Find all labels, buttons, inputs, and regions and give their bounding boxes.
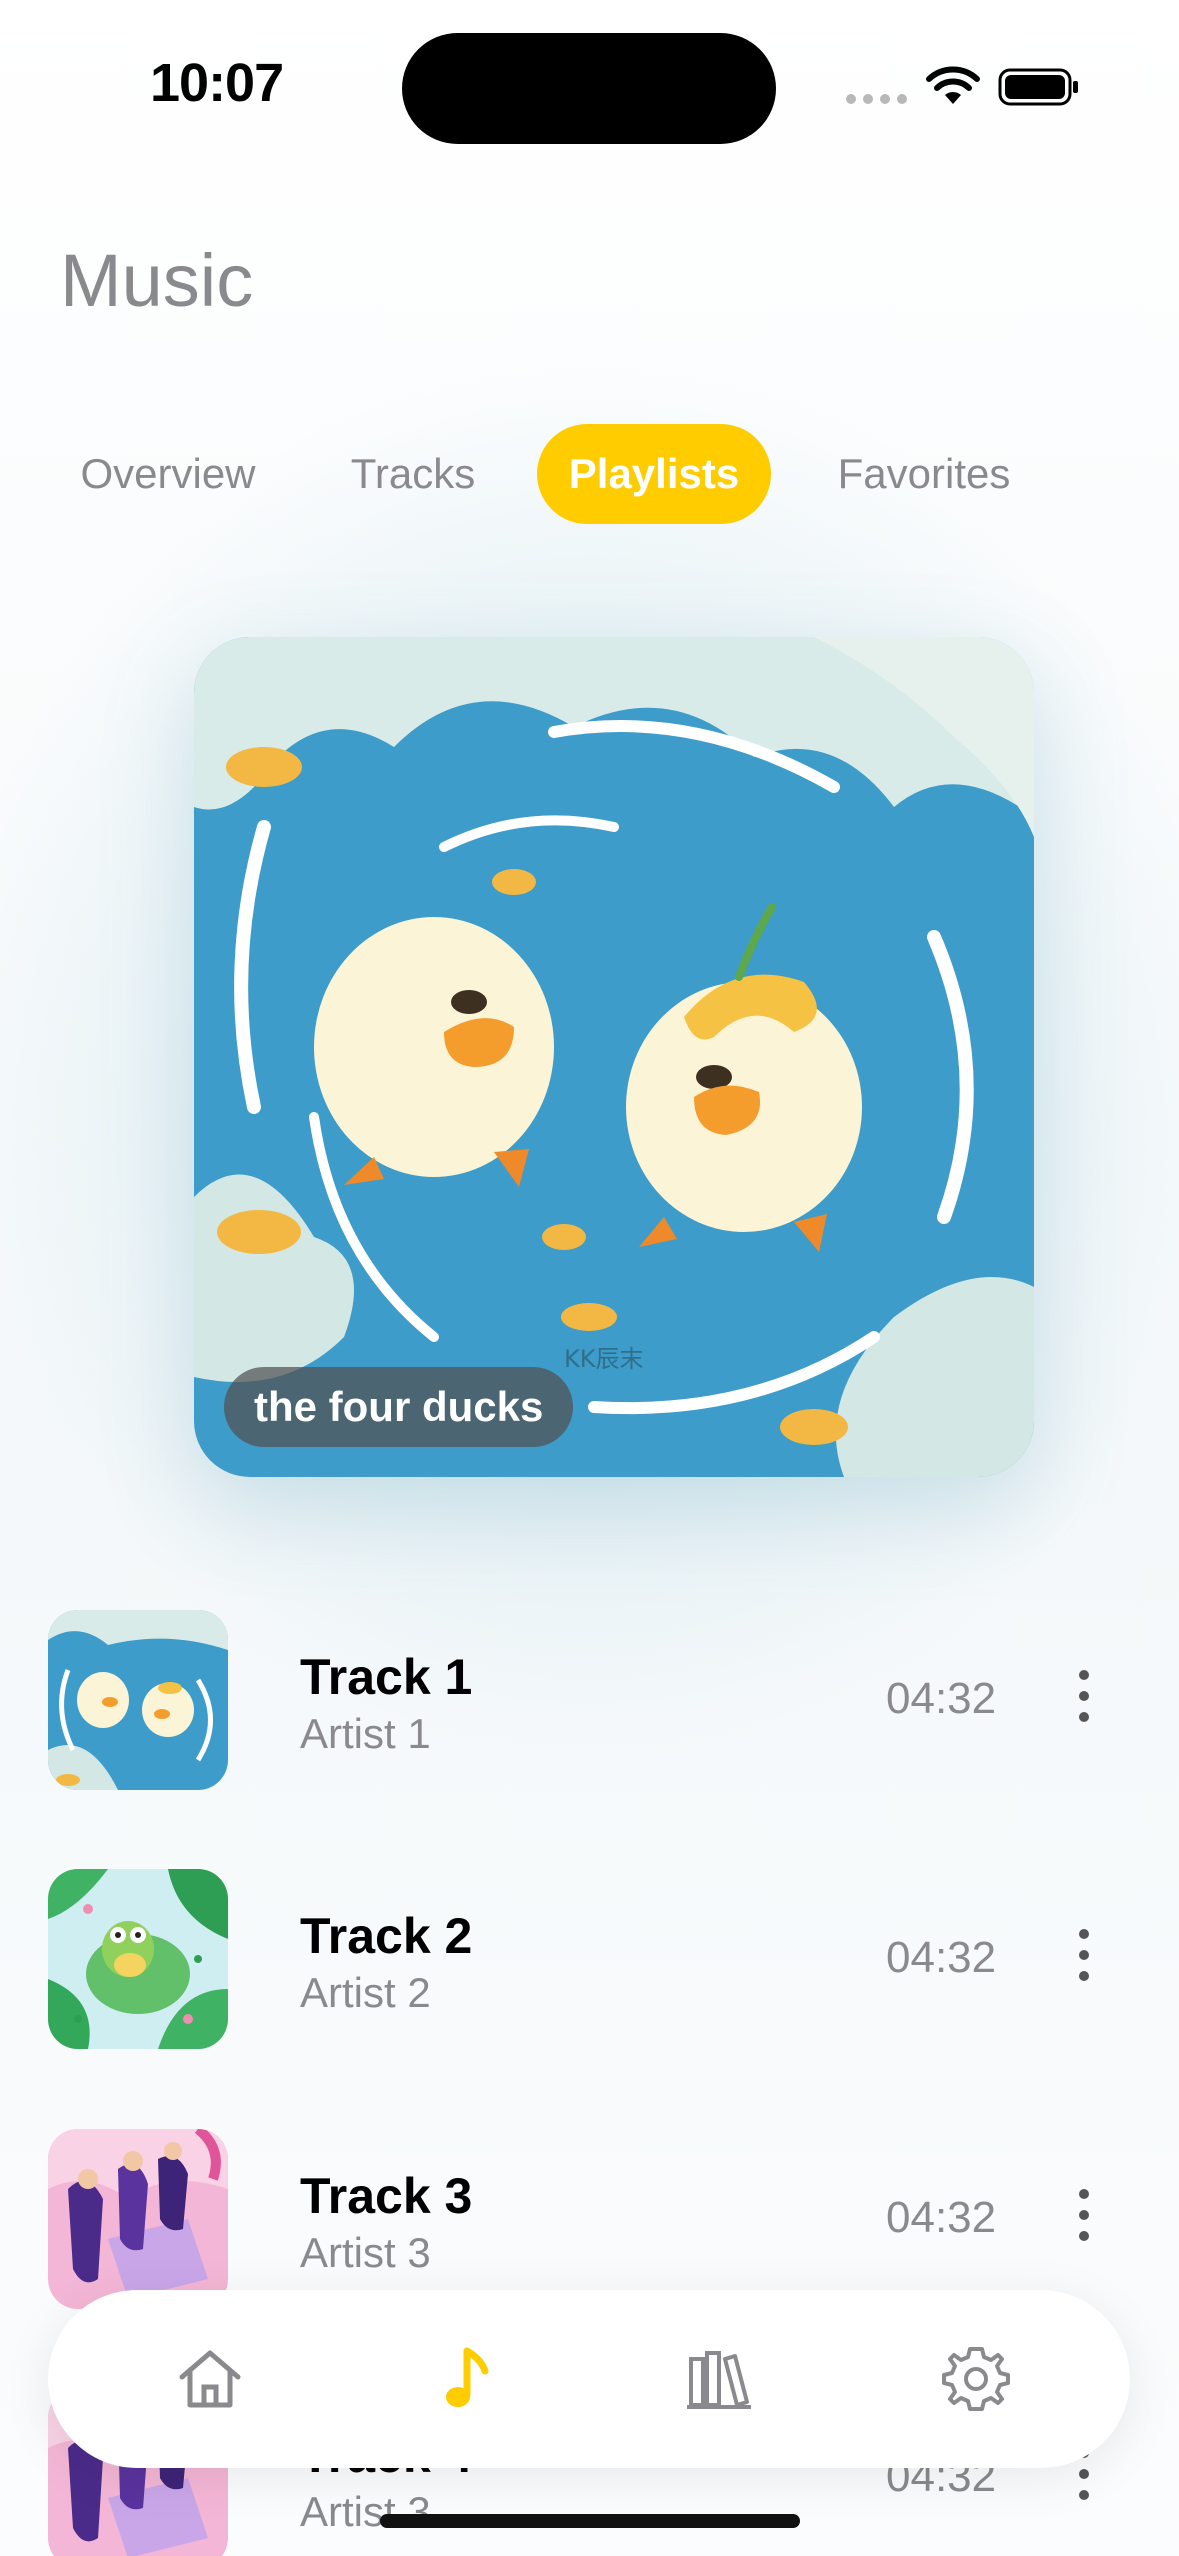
track-artist: Artist 3 — [300, 2229, 431, 2276]
track-artwork — [48, 1869, 228, 2049]
artwork-signature: KK辰末 — [564, 1345, 643, 1373]
track-title: Track 2 — [300, 1908, 473, 1964]
tab-bar-home[interactable] — [170, 2339, 250, 2419]
tab-overview[interactable]: Overview — [50, 424, 286, 524]
track-row[interactable]: Track 1 Artist 1 04:32 — [0, 1610, 1179, 1790]
tab-playlists[interactable]: Playlists — [537, 424, 771, 524]
battery-icon — [998, 68, 1078, 106]
track-artwork — [48, 1610, 228, 1790]
tab-tracks[interactable]: Tracks — [318, 424, 508, 524]
more-options-icon[interactable] — [1074, 2189, 1094, 2249]
tab-bar-library[interactable] — [679, 2339, 759, 2419]
playlist-name-badge: the four ducks — [224, 1367, 574, 1447]
music-note-icon — [446, 2347, 489, 2407]
more-options-icon[interactable] — [1074, 1929, 1094, 1989]
track-title: Track 1 — [300, 1649, 473, 1705]
track-artist: Artist 3 — [300, 2488, 431, 2535]
gear-icon — [942, 2347, 1010, 2411]
track-artist: Artist 1 — [300, 1710, 431, 1757]
library-icon — [687, 2351, 751, 2409]
bottom-tab-bar — [48, 2290, 1130, 2468]
track-duration: 04:32 — [886, 1933, 997, 1982]
track-row[interactable]: Track 2 Artist 2 04:32 — [0, 1869, 1179, 2049]
featured-playlist-card[interactable]: KK辰末 the four ducks — [194, 637, 1034, 1477]
track-duration: 04:32 — [886, 2193, 997, 2242]
home-icon — [179, 2350, 241, 2408]
track-artist: Artist 2 — [300, 1969, 431, 2016]
track-row[interactable]: Track 3 Artist 3 04:32 — [0, 2129, 1179, 2309]
more-options-icon[interactable] — [1074, 1670, 1094, 1730]
tab-favorites[interactable]: Favorites — [806, 424, 1042, 524]
wifi-icon — [926, 66, 980, 104]
cellular-signal-icon — [846, 94, 907, 104]
track-title: Track 3 — [300, 2168, 473, 2224]
track-artwork — [48, 2129, 228, 2309]
home-indicator — [380, 2514, 800, 2528]
page-title: Music — [60, 239, 254, 322]
track-duration: 04:32 — [886, 1674, 997, 1723]
tab-bar-settings[interactable] — [936, 2339, 1016, 2419]
playlist-artwork: KK辰末 — [194, 637, 1034, 1477]
tab-bar-music[interactable] — [427, 2339, 507, 2419]
dynamic-island — [402, 33, 776, 144]
status-time: 10:07 — [150, 53, 284, 113]
